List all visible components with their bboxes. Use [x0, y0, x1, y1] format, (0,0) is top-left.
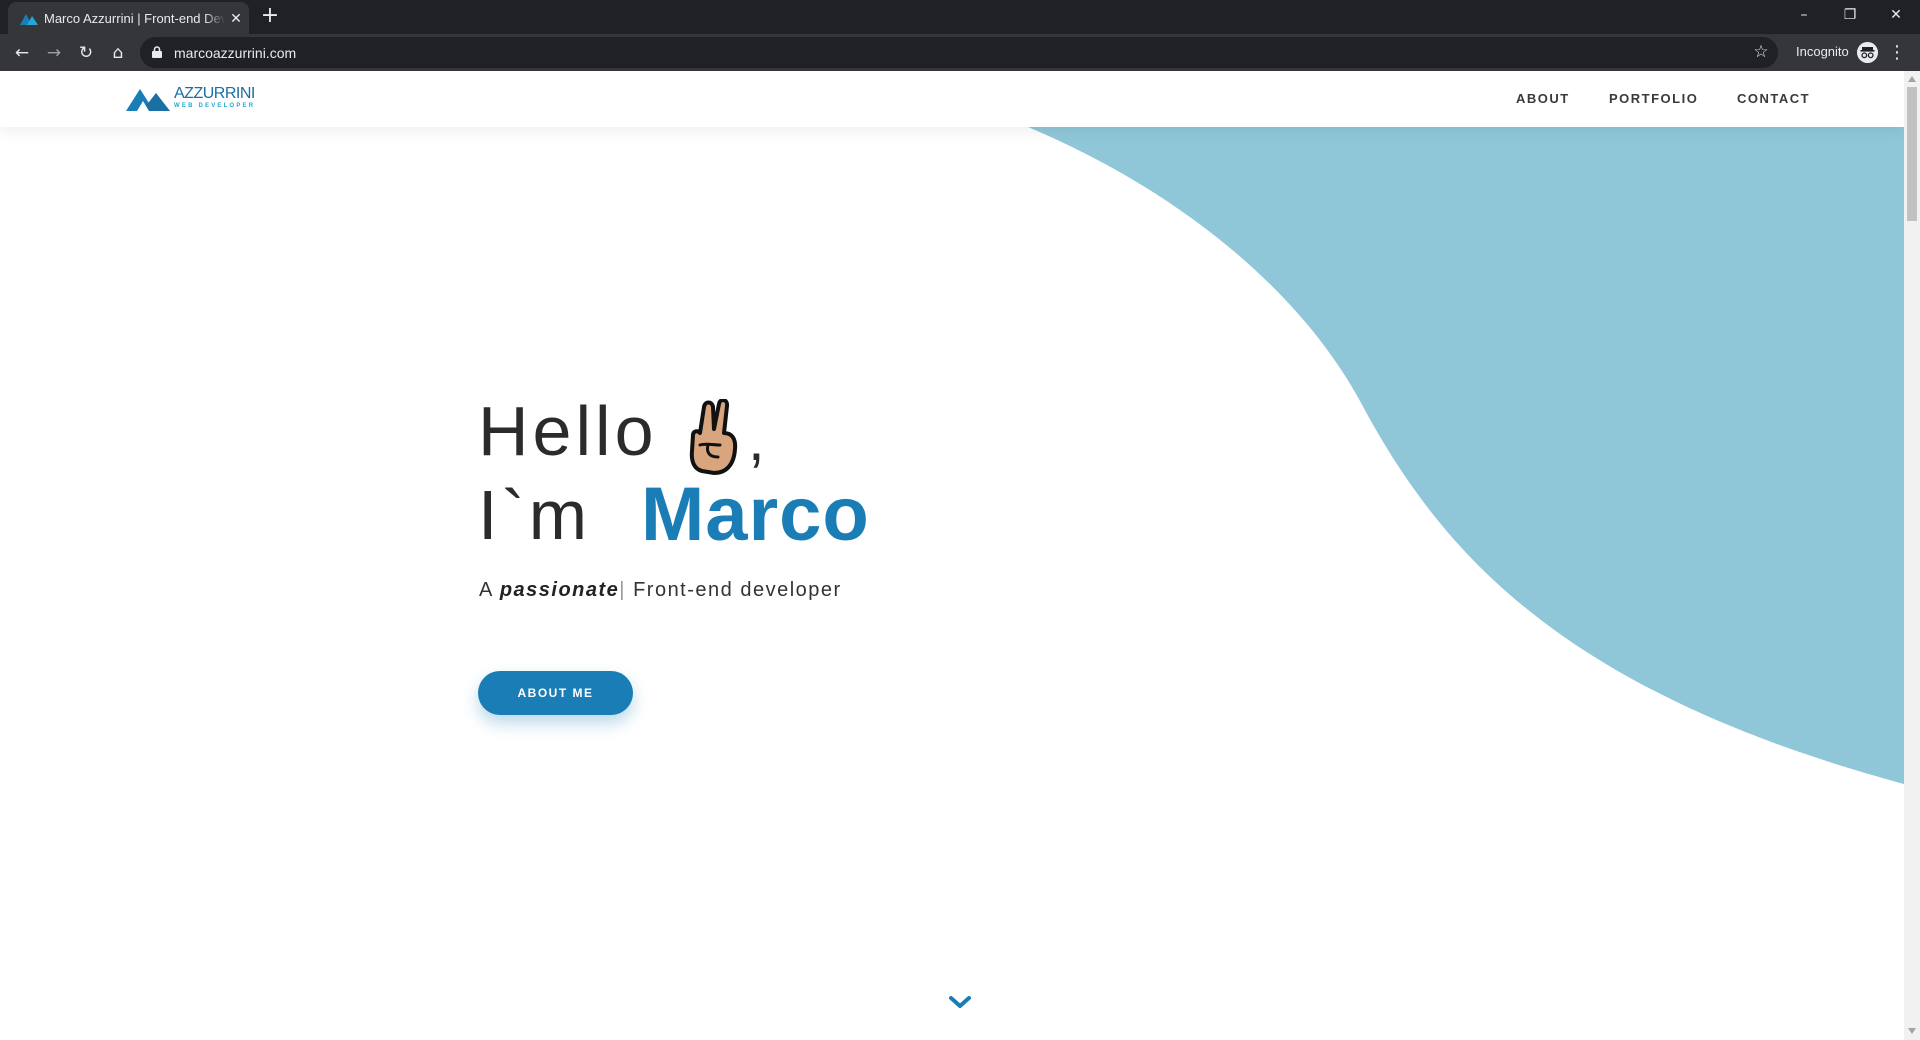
scroll-down-arrow-icon[interactable]: [1907, 1027, 1917, 1035]
tab-title-fade: [204, 8, 226, 30]
back-icon[interactable]: ←: [8, 39, 36, 67]
forward-icon[interactable]: →: [40, 39, 68, 67]
hero-name: Marco: [641, 472, 870, 557]
logo-tagline: WEB DEVELOPER: [174, 103, 256, 109]
site-logo[interactable]: AZZURRINI WEB DEVELOPER: [126, 85, 256, 113]
address-bar[interactable]: marcoazzurrini.com ☆: [140, 37, 1778, 68]
subtitle-prefix: A: [479, 579, 493, 601]
about-me-button[interactable]: ABOUT ME: [478, 671, 633, 715]
typing-cursor: |: [619, 579, 626, 601]
nav-link-contact[interactable]: CONTACT: [1737, 91, 1810, 109]
new-tab-icon[interactable]: +: [259, 5, 281, 28]
close-window-icon[interactable]: ✕: [1873, 0, 1919, 30]
browser-toolbar: ← → ↻ ⌂ marcoazzurrini.com ☆ Incognito ⋮: [0, 34, 1920, 71]
incognito-label: Incognito: [1796, 44, 1849, 59]
logo-wordmark: AZZURRINI: [174, 85, 255, 102]
site-navbar: AZZURRINI WEB DEVELOPER ABOUT PORTFOLIO …: [0, 71, 1904, 127]
tab-strip: Marco Azzurrini | Front-end Developer ✕ …: [0, 0, 1920, 34]
site-favicon-icon: [20, 14, 38, 25]
mountain-logo-icon: [126, 89, 170, 111]
hero-subtitle: A passionate| Front-end developer: [479, 577, 842, 603]
url-text: marcoazzurrini.com: [174, 45, 297, 61]
home-icon[interactable]: ⌂: [104, 39, 132, 67]
nav-link-about[interactable]: ABOUT: [1516, 91, 1570, 109]
browser-menu-icon[interactable]: ⋮: [1888, 41, 1906, 65]
subtitle-typed-word: passionate: [499, 579, 620, 601]
browser-tab[interactable]: Marco Azzurrini | Front-end Developer ✕: [8, 2, 249, 34]
nav-link-portfolio[interactable]: PORTFOLIO: [1609, 91, 1698, 109]
hero-greeting: Hello: [478, 391, 658, 471]
reload-icon[interactable]: ↻: [72, 39, 100, 67]
incognito-icon[interactable]: [1857, 42, 1878, 63]
victory-hand-icon: [689, 399, 738, 475]
page-scrollbar[interactable]: [1904, 71, 1920, 1040]
chevron-down-icon[interactable]: [949, 995, 971, 1009]
tab-title: Marco Azzurrini | Front-end Developer: [44, 11, 224, 26]
minimize-icon[interactable]: –: [1781, 0, 1827, 30]
scroll-thumb[interactable]: [1907, 87, 1917, 221]
hero-section: Hello , I`m Marco A passionate| Front-en…: [478, 71, 1078, 771]
scroll-up-arrow-icon[interactable]: [1907, 75, 1917, 83]
greeting-comma: ,: [748, 406, 765, 473]
hero-im-text: I`m: [478, 476, 592, 554]
browser-chrome: Marco Azzurrini | Front-end Developer ✕ …: [0, 0, 1920, 71]
restore-icon[interactable]: ❐: [1827, 0, 1873, 30]
bookmark-star-icon[interactable]: ☆: [1750, 41, 1772, 63]
close-tab-icon[interactable]: ✕: [227, 9, 245, 27]
hello-text: Hello: [478, 392, 658, 470]
subtitle-suffix: Front-end developer: [633, 579, 842, 601]
web-page: AZZURRINI WEB DEVELOPER ABOUT PORTFOLIO …: [0, 71, 1920, 1040]
lock-icon: [152, 46, 162, 58]
